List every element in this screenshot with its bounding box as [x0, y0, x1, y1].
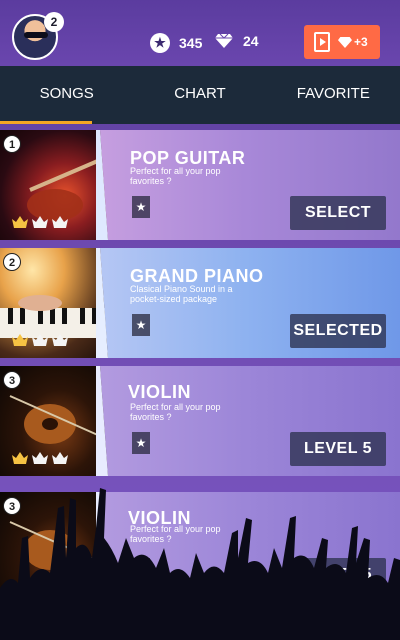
song-title: VIOLIN [128, 382, 192, 402]
tab-chart[interactable]: CHART [133, 66, 266, 124]
star-rating-icon: ★ [132, 196, 150, 218]
select-button[interactable]: SELECT [290, 196, 386, 230]
crown-rating [12, 452, 68, 464]
level-button[interactable]: LEVEL 5 [290, 558, 386, 592]
crown-icon [32, 452, 48, 464]
crown-icon [52, 452, 68, 464]
crown-icon [12, 452, 28, 464]
star-rating-icon: ★ [132, 314, 150, 336]
crown-icon [52, 334, 68, 346]
star-icon: ★ [150, 33, 170, 53]
rank-badge: 3 [3, 371, 21, 389]
star-rating-icon: ★ [132, 558, 150, 580]
song-description: Perfect for all your pop favorites ? [130, 166, 221, 186]
crown-icon [52, 216, 68, 228]
song-card-grand-piano[interactable]: 2 GRAND PIANO Clasical Piano Sound in a … [0, 248, 400, 358]
selected-button[interactable]: SELECTED [290, 314, 386, 348]
song-card-violin-2[interactable]: 3 VIOLIN Perfect for all your pop favori… [0, 492, 400, 602]
level-button[interactable]: LEVEL 5 [290, 432, 386, 466]
crown-icon [12, 334, 28, 346]
video-reward-icon [314, 32, 330, 52]
crown-icon [12, 216, 28, 228]
gem-icon [215, 34, 233, 48]
song-card-pop-guitar[interactable]: 1 POP GUITAR Perfect for all your pop fa… [0, 130, 400, 240]
reward-amount: +3 [354, 35, 368, 49]
crown-icon [32, 216, 48, 228]
rank-badge: 3 [3, 497, 21, 515]
star-count: 345 [179, 35, 203, 51]
rank-badge: 1 [3, 135, 21, 153]
tab-favorite[interactable]: FAVORITE [267, 66, 400, 124]
star-counter: ★ 345 [150, 33, 202, 53]
gem-icon [338, 36, 352, 48]
gem-counter: 24 [215, 33, 259, 49]
crown-rating [12, 334, 68, 346]
gem-count: 24 [243, 33, 259, 49]
tab-songs[interactable]: SONGS [0, 66, 133, 124]
tab-bar: SONGS CHART FAVORITE [0, 66, 400, 124]
top-bar: 2 ★ 345 24 +3 [0, 0, 400, 66]
star-rating-icon: ★ [132, 432, 150, 454]
crown-icon [32, 334, 48, 346]
rank-badge: 2 [3, 253, 21, 271]
song-description: Perfect for all your pop favorites ? [130, 524, 221, 544]
level-badge: 2 [44, 12, 64, 32]
song-card-violin[interactable]: 3 VIOLIN Perfect for all your pop favori… [0, 366, 400, 476]
song-description: Perfect for all your pop favorites ? [130, 402, 221, 422]
watch-video-reward-button[interactable]: +3 [304, 25, 380, 59]
song-description: Clasical Piano Sound in a pocket-sized p… [130, 284, 233, 304]
crown-rating [12, 216, 68, 228]
